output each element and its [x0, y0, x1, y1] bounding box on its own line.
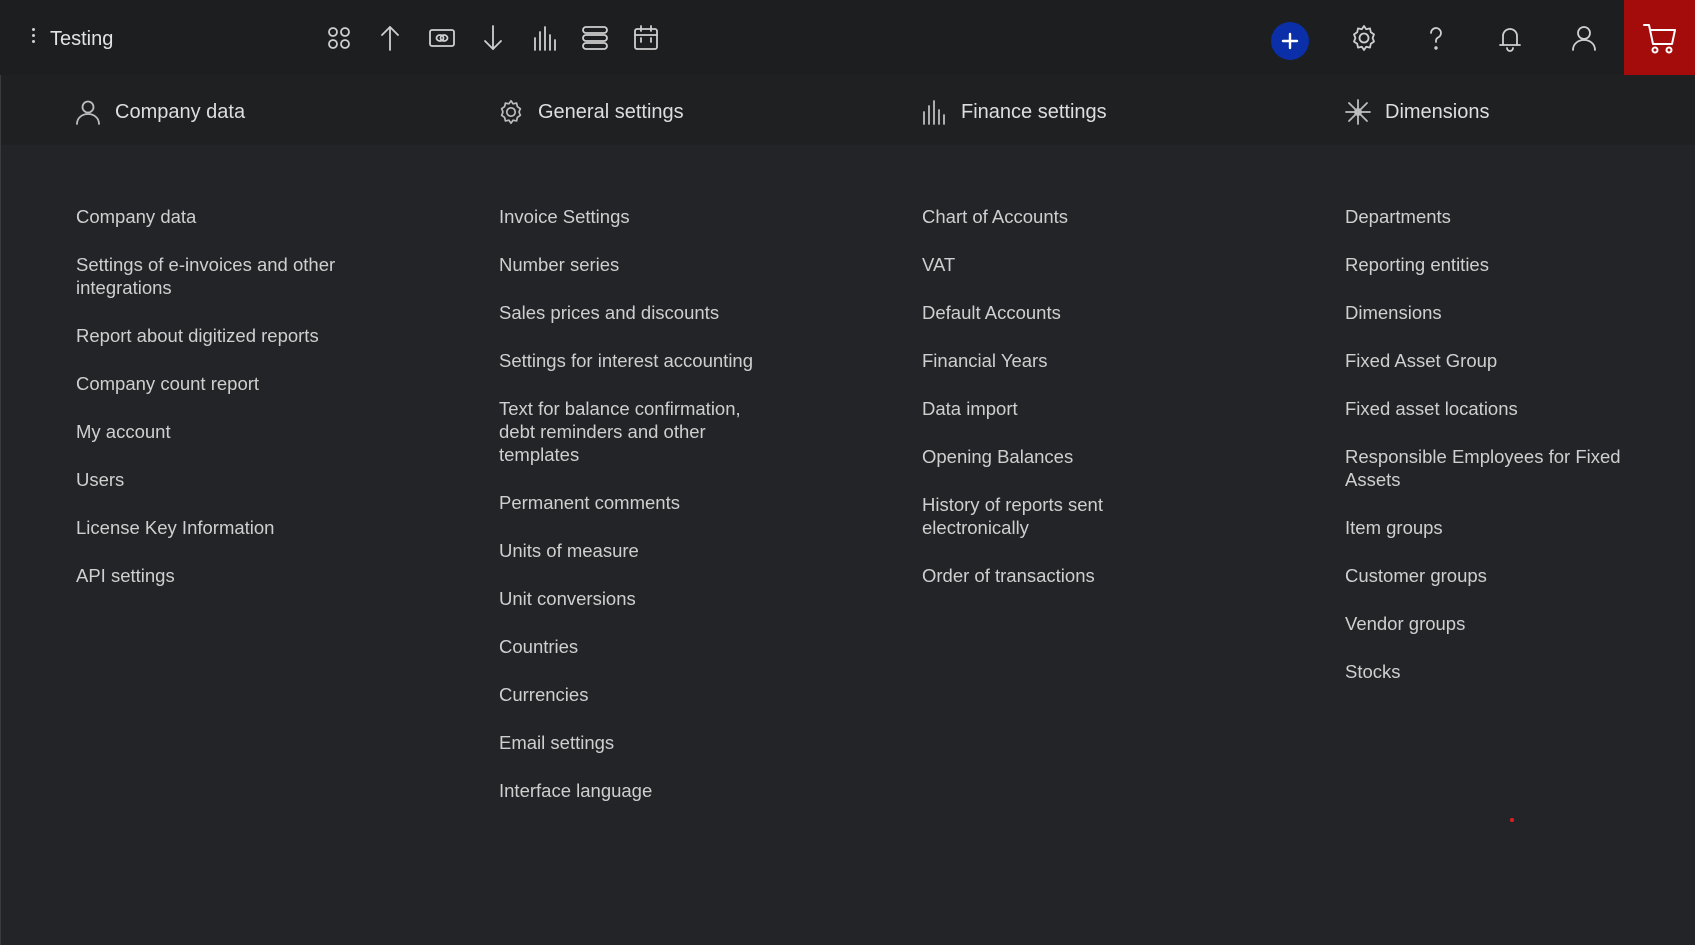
chart-icon	[923, 100, 945, 125]
company-data-menu: Company data Settings of e-invoices and …	[76, 205, 386, 612]
tab-label: Dimensions	[1385, 100, 1490, 123]
left-edge-divider	[0, 75, 1, 945]
menu-link[interactable]: Company count report	[76, 372, 386, 395]
menu-link[interactable]: Chart of Accounts	[922, 205, 1142, 228]
user-icon[interactable]	[1566, 20, 1602, 56]
menu-link[interactable]: Unit conversions	[499, 587, 769, 610]
settings-tab-bar: Company data General settings Finance se…	[0, 75, 1695, 145]
plus-icon	[1281, 32, 1299, 50]
menu-link[interactable]: API settings	[76, 564, 386, 587]
download-icon[interactable]	[475, 20, 511, 56]
menu-link[interactable]: Users	[76, 468, 386, 491]
gear-icon	[500, 99, 522, 125]
cash-icon[interactable]	[424, 20, 460, 56]
app-title: Testing	[50, 28, 114, 50]
finance-settings-menu: Chart of Accounts VAT Default Accounts F…	[922, 205, 1142, 612]
tab-general-settings[interactable]: General settings	[497, 98, 684, 126]
list-icon[interactable]	[577, 20, 613, 56]
cart-icon	[1642, 23, 1676, 53]
user-icon	[76, 100, 100, 125]
top-bar: Testing	[0, 0, 1695, 75]
menu-link[interactable]: Settings for interest accounting	[499, 349, 769, 372]
tab-label: Finance settings	[961, 100, 1107, 123]
menu-link[interactable]: Sales prices and discounts	[499, 301, 769, 324]
menu-link[interactable]: My account	[76, 420, 386, 443]
menu-link[interactable]: Units of measure	[499, 539, 769, 562]
menu-link[interactable]: Financial Years	[922, 349, 1142, 372]
bell-icon[interactable]	[1492, 20, 1528, 56]
tab-company-data[interactable]: Company data	[74, 98, 245, 126]
menu-link[interactable]: Reporting entities	[1345, 253, 1635, 276]
menu-link[interactable]: Report about digitized reports	[76, 324, 386, 347]
tab-label: Company data	[115, 100, 246, 123]
more-menu-icon[interactable]	[28, 28, 38, 48]
menu-link[interactable]: Customer groups	[1345, 564, 1635, 587]
general-settings-menu: Invoice Settings Number series Sales pri…	[499, 205, 769, 827]
asterisk-icon	[1345, 99, 1371, 125]
menu-link[interactable]: Stocks	[1345, 660, 1635, 683]
tab-finance-settings[interactable]: Finance settings	[920, 98, 1107, 126]
menu-link[interactable]: Interface language	[499, 779, 769, 802]
menu-link[interactable]: Number series	[499, 253, 769, 276]
menu-link[interactable]: History of reports sent electronically	[922, 493, 1142, 539]
menu-link[interactable]: Email settings	[499, 731, 769, 754]
menu-link[interactable]: Dimensions	[1345, 301, 1635, 324]
menu-link[interactable]: Item groups	[1345, 516, 1635, 539]
menu-link[interactable]: Opening Balances	[922, 445, 1142, 468]
tab-label: General settings	[538, 100, 684, 123]
menu-link[interactable]: Countries	[499, 635, 769, 658]
apps-icon[interactable]	[321, 20, 357, 56]
gear-icon[interactable]	[1346, 20, 1382, 56]
dimensions-menu: Departments Reporting entities Dimension…	[1345, 205, 1635, 708]
help-icon[interactable]	[1418, 20, 1454, 56]
menu-link[interactable]: Default Accounts	[922, 301, 1142, 324]
menu-link[interactable]: Company data	[76, 205, 386, 228]
cart-button[interactable]	[1624, 0, 1695, 75]
upload-icon[interactable]	[372, 20, 408, 56]
menu-link[interactable]: VAT	[922, 253, 1142, 276]
menu-link[interactable]: Fixed Asset Group	[1345, 349, 1635, 372]
menu-link[interactable]: Responsible Employees for Fixed Assets	[1345, 445, 1635, 491]
menu-link[interactable]: Invoice Settings	[499, 205, 769, 228]
menu-link[interactable]: Vendor groups	[1345, 612, 1635, 635]
calendar-icon[interactable]	[628, 20, 664, 56]
cursor-dot	[1510, 818, 1514, 822]
menu-link[interactable]: Settings of e-invoices and other integra…	[76, 253, 386, 299]
menu-link[interactable]: Permanent comments	[499, 491, 769, 514]
chart-icon[interactable]	[526, 20, 562, 56]
menu-link[interactable]: Departments	[1345, 205, 1635, 228]
add-button[interactable]	[1271, 22, 1309, 60]
menu-link[interactable]: Currencies	[499, 683, 769, 706]
menu-link[interactable]: Data import	[922, 397, 1142, 420]
menu-link[interactable]: Fixed asset locations	[1345, 397, 1635, 420]
menu-link[interactable]: Order of transactions	[922, 564, 1142, 587]
menu-link[interactable]: License Key Information	[76, 516, 386, 539]
tab-dimensions[interactable]: Dimensions	[1344, 98, 1489, 126]
menu-link[interactable]: Text for balance confirmation, debt remi…	[499, 397, 769, 466]
